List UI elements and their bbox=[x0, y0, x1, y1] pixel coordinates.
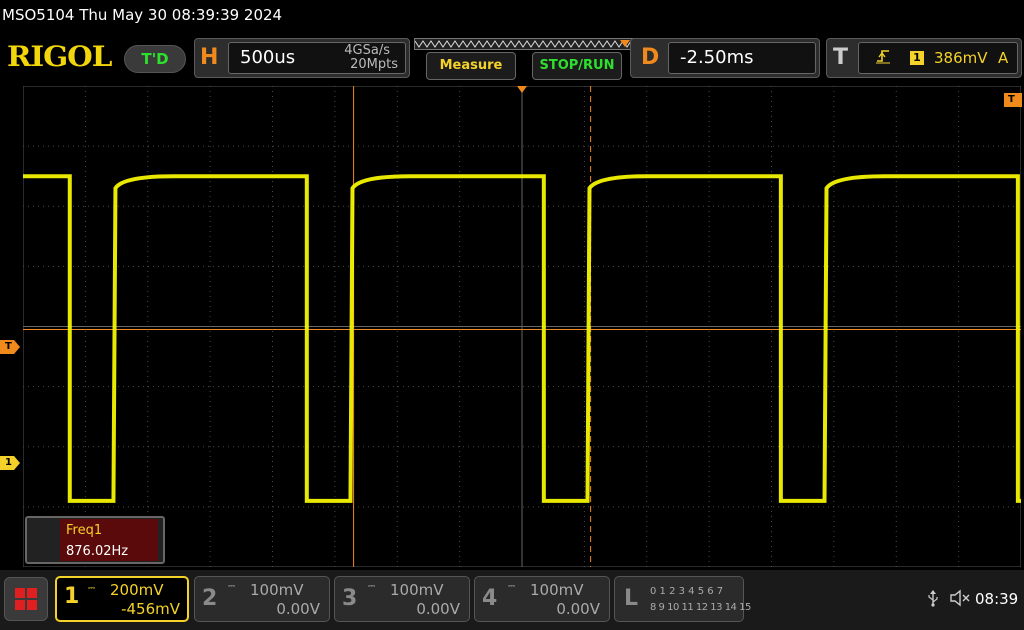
logic-channels-high: 8 9 10 11 12 13 14 15 bbox=[650, 602, 751, 613]
timebase-value: 500us bbox=[240, 47, 296, 68]
channel-3-number: 3 bbox=[342, 586, 358, 611]
trigger-position-marker bbox=[620, 40, 630, 47]
dc-coupling-icon: ⎓ bbox=[508, 582, 515, 592]
channel-2-number: 2 bbox=[202, 586, 218, 611]
trigger-label: T bbox=[833, 45, 849, 70]
menu-grid-icon bbox=[15, 588, 37, 610]
channel-4-offset: 0.00V bbox=[556, 600, 600, 618]
memory-depth: 20Mpts bbox=[350, 57, 398, 72]
channel-1-number: 1 bbox=[64, 584, 80, 609]
channel-3-offset: 0.00V bbox=[416, 600, 460, 618]
horizontal-label: H bbox=[200, 45, 219, 70]
channel-4-scale: 100mV bbox=[530, 581, 584, 599]
measure-button[interactable]: Measure bbox=[426, 52, 516, 80]
waveform-display[interactable] bbox=[23, 86, 1021, 567]
channel-1-offset: -456mV bbox=[121, 600, 180, 618]
trigger-level-marker[interactable]: T bbox=[0, 340, 20, 354]
channel-4-number: 4 bbox=[482, 586, 498, 611]
rigol-logo: RIGOL bbox=[7, 40, 112, 73]
rising-edge-icon bbox=[876, 48, 890, 68]
channel-2-offset: 0.00V bbox=[276, 600, 320, 618]
delay-value: -2.50ms bbox=[680, 47, 754, 68]
trigger-level: 386mV bbox=[934, 49, 988, 67]
stop-run-button[interactable]: STOP/RUN bbox=[532, 52, 622, 80]
memory-position-bar[interactable] bbox=[414, 38, 634, 50]
channel-2-scale: 100mV bbox=[250, 581, 304, 599]
channel-1-scale: 200mV bbox=[110, 581, 164, 599]
measurement-name: Freq1 bbox=[66, 523, 103, 538]
delay-label: D bbox=[641, 45, 660, 70]
trigger-mode: A bbox=[998, 49, 1009, 67]
usb-icon bbox=[926, 589, 940, 611]
measurement-value: 876.02Hz bbox=[66, 544, 129, 559]
status-title: MSO5104 Thu May 30 08:39:39 2024 bbox=[2, 6, 283, 24]
logic-analyzer-label: L bbox=[624, 586, 639, 611]
clock: 08:39 bbox=[975, 590, 1019, 608]
trigger-offscreen-marker: T bbox=[1004, 93, 1022, 107]
dc-coupling-icon: ⎓ bbox=[228, 582, 235, 592]
speaker-muted-icon[interactable] bbox=[949, 589, 971, 611]
trigger-source-badge: 1 bbox=[910, 51, 924, 65]
scope-screen: MSO5104 Thu May 30 08:39:39 2024 RIGOL T… bbox=[0, 0, 1024, 630]
trigger-time-marker bbox=[517, 86, 527, 93]
dc-coupling-icon: ⎓ bbox=[368, 582, 375, 592]
run-status-badge[interactable]: T'D bbox=[124, 45, 186, 73]
channel-3-scale: 100mV bbox=[390, 581, 444, 599]
logic-channels-low: 0 1 2 3 4 5 6 7 bbox=[650, 586, 724, 597]
sample-rate: 4GSa/s bbox=[344, 43, 390, 58]
ch1-ground-marker[interactable]: 1 bbox=[0, 456, 20, 470]
dc-coupling-icon: ⎓ bbox=[88, 584, 95, 594]
memory-overview-wave bbox=[415, 40, 632, 48]
